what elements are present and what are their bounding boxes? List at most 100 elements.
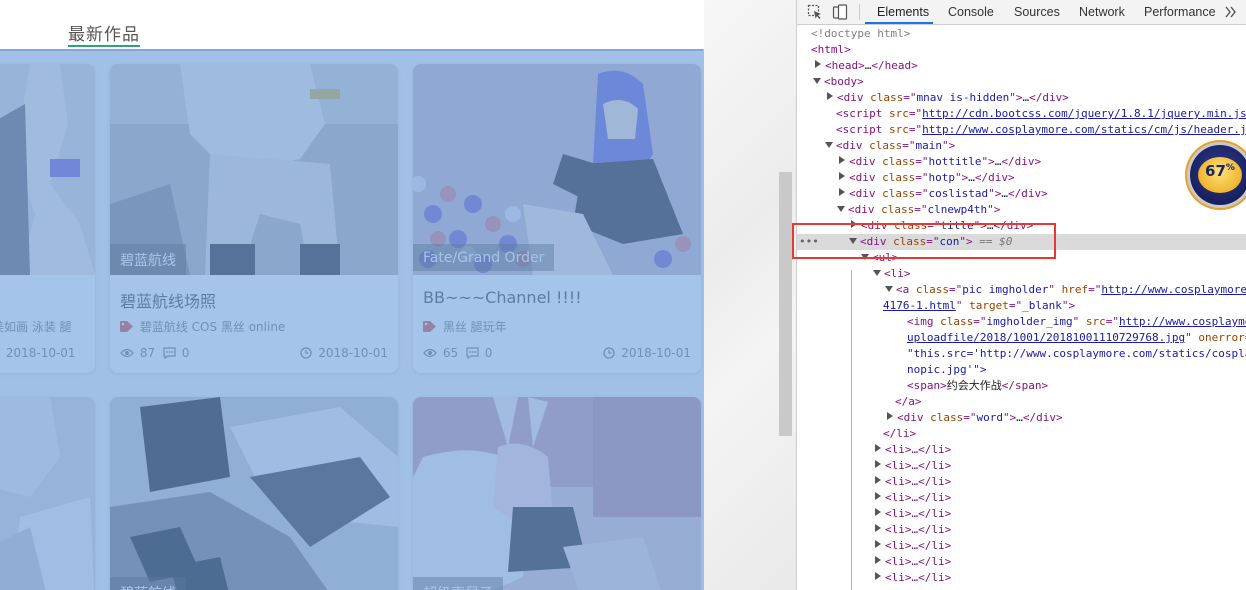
devtools-panel: Elements Console Sources Network Perform… xyxy=(796,0,1246,590)
work-card[interactable]: 超级索尼子 xyxy=(413,397,701,590)
expand-arrow-icon[interactable] xyxy=(875,556,881,564)
work-card[interactable]: 碧蓝航线 碧蓝航线场照 碧蓝航线 COS 黑丝 online 87 0 2018… xyxy=(110,64,398,373)
work-title[interactable]: 碧蓝航线场照 xyxy=(120,288,216,312)
dom-node-continued[interactable]: uploadfile/2018/1001/20181001110729768.j… xyxy=(907,330,1246,346)
eye-icon xyxy=(423,348,437,358)
dom-node[interactable]: <ul> xyxy=(861,250,899,266)
dom-node[interactable]: <img class="imgholder_img" src="http://w… xyxy=(907,314,1246,330)
work-tags: 美如画 泳装 腿 xyxy=(0,320,72,334)
dom-node[interactable]: <li>…</li> xyxy=(874,570,951,586)
expand-arrow-icon[interactable] xyxy=(851,220,857,228)
expand-arrow-icon[interactable] xyxy=(875,540,881,548)
collapse-arrow-icon[interactable] xyxy=(837,206,845,212)
dom-node[interactable]: <li>…</li> xyxy=(874,474,951,490)
collapse-arrow-icon[interactable] xyxy=(861,254,869,260)
work-thumbnail[interactable] xyxy=(110,397,398,590)
work-thumbnail[interactable] xyxy=(0,397,95,590)
clock-icon xyxy=(603,347,616,359)
work-card[interactable]: 碧蓝航线 xyxy=(110,397,398,590)
work-comments: 0 xyxy=(181,346,190,360)
dom-node[interactable]: <div class="title">…</div> xyxy=(850,218,1033,234)
dom-node[interactable]: <a class="pic imgholder" href="http://ww… xyxy=(885,282,1246,298)
work-category[interactable]: 碧蓝航线 xyxy=(110,577,186,590)
dom-node[interactable]: <div class="hottitle">…</div> xyxy=(838,154,1041,170)
dom-node[interactable]: <div class="hotp">…</div> xyxy=(838,170,1015,186)
page-scrollbar-thumb[interactable] xyxy=(779,172,792,436)
dom-node[interactable]: <div class="clnewp4th"> xyxy=(837,202,1000,218)
expand-arrow-icon[interactable] xyxy=(875,444,881,452)
work-category[interactable]: 碧蓝航线 xyxy=(110,244,186,275)
dom-node[interactable]: <li>…</li> xyxy=(874,538,951,554)
work-card[interactable]: 美如画 泳装 腿 2018-10-01 xyxy=(0,64,95,373)
dom-node[interactable]: <div class="mnav is-hidden">…</div> xyxy=(826,90,1069,106)
expand-arrow-icon[interactable] xyxy=(839,172,845,180)
work-tags: 碧蓝航线 COS 黑丝 online xyxy=(120,318,285,335)
node-actions-icon[interactable]: ••• xyxy=(799,234,819,250)
work-thumbnail[interactable] xyxy=(413,397,701,590)
tab-console[interactable]: Console xyxy=(948,5,994,19)
tab-sources[interactable]: Sources xyxy=(1014,5,1060,19)
expand-arrow-icon[interactable] xyxy=(875,508,881,516)
collapse-arrow-icon[interactable] xyxy=(849,238,857,244)
dom-node[interactable]: <li>…</li> xyxy=(874,554,951,570)
dom-node[interactable]: <div class="main"> xyxy=(825,138,955,154)
work-date: 2018-10-01 xyxy=(5,346,76,360)
dom-node[interactable]: <li>…</li> xyxy=(874,458,951,474)
expand-arrow-icon[interactable] xyxy=(839,156,845,164)
dom-node-continued[interactable]: 4176-1.html" target="_blank"> xyxy=(883,298,1075,314)
dom-node[interactable]: <span>约会大作战</span> xyxy=(907,378,1048,394)
inspect-element-icon[interactable] xyxy=(807,4,823,20)
work-views: 65 xyxy=(442,346,459,360)
dom-node[interactable]: <html> xyxy=(811,42,851,58)
dom-node[interactable]: <li>…</li> xyxy=(874,490,951,506)
dom-node[interactable]: <li>…</li> xyxy=(874,442,951,458)
work-thumbnail[interactable] xyxy=(0,64,95,275)
work-title[interactable]: BB~~~Channel !!!! xyxy=(423,288,582,307)
performance-badge[interactable]: 67% xyxy=(1190,145,1246,205)
section-title: 最新作品 xyxy=(68,25,140,45)
collapse-arrow-icon[interactable] xyxy=(813,78,821,84)
expand-arrow-icon[interactable] xyxy=(875,476,881,484)
dom-node-continued[interactable]: nopic.jpg'"> xyxy=(907,362,986,378)
dom-node-selected[interactable]: ••• <div class="con"> == $0 xyxy=(797,234,1246,250)
expand-arrow-icon[interactable] xyxy=(839,188,845,196)
expand-arrow-icon[interactable] xyxy=(815,60,821,68)
expand-arrow-icon[interactable] xyxy=(875,524,881,532)
dom-tree: <!doctype html> <html> <head>…</head> <b… xyxy=(797,26,1246,590)
work-category[interactable]: 超级索尼子 xyxy=(413,577,503,590)
dom-node[interactable]: </a> xyxy=(895,394,922,410)
work-card[interactable]: Fate/Grand Order BB~~~Channel !!!! 黑丝 腿玩… xyxy=(413,64,701,373)
collapse-arrow-icon[interactable] xyxy=(825,142,833,148)
device-toolbar-icon[interactable] xyxy=(832,4,848,20)
expand-arrow-icon[interactable] xyxy=(875,460,881,468)
dom-node[interactable]: <!doctype html> xyxy=(811,26,910,42)
works-grid: 美如画 泳装 腿 2018-10-01 碧蓝航线 碧蓝航线场照 xyxy=(0,49,704,590)
work-card[interactable] xyxy=(0,397,95,590)
work-meta: 65 0 2018-10-01 xyxy=(423,346,691,360)
dom-node[interactable]: </li> xyxy=(883,426,916,442)
expand-arrow-icon[interactable] xyxy=(887,412,893,420)
tab-elements[interactable]: Elements xyxy=(877,5,929,19)
expand-arrow-icon[interactable] xyxy=(827,92,833,100)
expand-arrow-icon[interactable] xyxy=(875,492,881,500)
expand-arrow-icon[interactable] xyxy=(875,572,881,580)
dom-node[interactable]: <head>…</head> xyxy=(814,58,918,74)
tag-icon xyxy=(423,321,436,332)
dom-node[interactable]: <div class="word">…</div> xyxy=(886,410,1063,426)
comment-icon xyxy=(466,347,479,359)
dom-node[interactable]: <li>…</li> xyxy=(874,506,951,522)
work-category[interactable]: Fate/Grand Order xyxy=(413,244,555,271)
more-tabs-icon[interactable] xyxy=(1224,5,1238,19)
collapse-arrow-icon[interactable] xyxy=(885,286,893,292)
tab-network[interactable]: Network xyxy=(1079,5,1125,19)
dom-node[interactable]: <div class="coslistad">…</div> xyxy=(838,186,1048,202)
dom-node[interactable]: <li> xyxy=(873,266,911,282)
dom-node[interactable]: <body> xyxy=(813,74,864,90)
collapse-arrow-icon[interactable] xyxy=(873,270,881,276)
dom-node[interactable]: <li>…</li> xyxy=(874,522,951,538)
dom-node-continued[interactable]: "this.src='http://www.cosplaymore.com/st… xyxy=(907,346,1246,362)
tab-performance[interactable]: Performance xyxy=(1144,5,1216,19)
dom-node[interactable]: <script src="http://cdn.bootcss.com/jque… xyxy=(836,106,1246,122)
dom-node[interactable]: <script src="http://www.cosplaymore.com/… xyxy=(836,122,1246,138)
work-meta: 87 0 2018-10-01 xyxy=(120,346,388,360)
